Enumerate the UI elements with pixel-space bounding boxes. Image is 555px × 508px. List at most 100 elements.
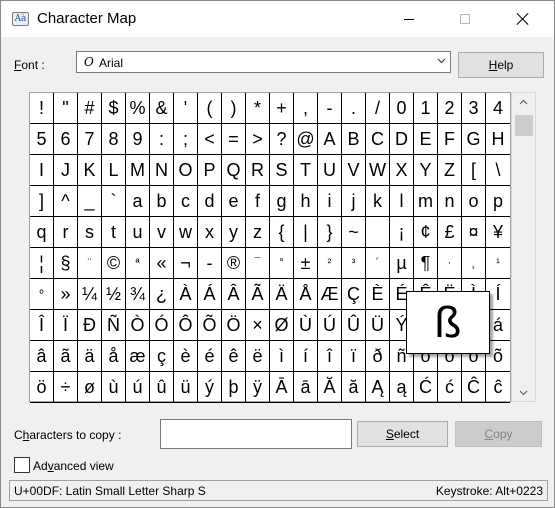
character-cell[interactable]: Ï — [54, 310, 78, 341]
character-cell[interactable]: U — [318, 155, 342, 186]
character-cell[interactable]: j — [342, 186, 366, 217]
character-cell[interactable]: ĉ — [486, 372, 510, 403]
character-cell[interactable]: H — [486, 124, 510, 155]
character-cell[interactable]: g — [270, 186, 294, 217]
character-cell[interactable]: b — [150, 186, 174, 217]
character-cell[interactable]: Á — [198, 279, 222, 310]
character-cell[interactable]: ® — [222, 248, 246, 279]
character-cell[interactable]: 8 — [102, 124, 126, 155]
character-cell[interactable]: I — [30, 155, 54, 186]
character-cell[interactable]: & — [150, 93, 174, 124]
character-cell[interactable]: G — [462, 124, 486, 155]
scroll-down-button[interactable] — [512, 384, 535, 401]
character-cell[interactable]: ÷ — [54, 372, 78, 403]
character-cell[interactable]: B — [342, 124, 366, 155]
character-cell[interactable]: Å — [294, 279, 318, 310]
character-cell[interactable]: _ — [78, 186, 102, 217]
character-cell[interactable]: ¡ — [390, 217, 414, 248]
character-cell[interactable]: y — [222, 217, 246, 248]
character-cell[interactable]: Ă — [318, 372, 342, 403]
close-button[interactable] — [500, 1, 546, 37]
advanced-view-label[interactable]: Advanced view — [33, 459, 114, 473]
character-cell[interactable]: 9 — [126, 124, 150, 155]
character-cell[interactable]: s — [78, 217, 102, 248]
character-cell[interactable]: V — [342, 155, 366, 186]
character-cell[interactable]: æ — [126, 341, 150, 372]
character-cell[interactable]: v — [150, 217, 174, 248]
character-cell[interactable]: ² — [318, 248, 342, 279]
character-cell[interactable]: × — [246, 310, 270, 341]
character-cell[interactable]: < — [198, 124, 222, 155]
character-cell[interactable]: » — [54, 279, 78, 310]
character-cell[interactable]: Ö — [222, 310, 246, 341]
character-cell[interactable]: = — [222, 124, 246, 155]
character-cell[interactable]: e — [222, 186, 246, 217]
character-cell[interactable]: X — [390, 155, 414, 186]
title-bar[interactable]: Aà Character Map — [1, 1, 554, 37]
character-cell[interactable]: ¿ — [150, 279, 174, 310]
select-button[interactable]: Select — [357, 421, 448, 447]
character-cell[interactable]: c — [174, 186, 198, 217]
character-cell[interactable]: " — [54, 93, 78, 124]
grid-scrollbar[interactable] — [511, 92, 536, 402]
character-cell[interactable]: È — [366, 279, 390, 310]
character-cell[interactable]: x — [198, 217, 222, 248]
character-cell[interactable]: · — [438, 248, 462, 279]
character-cell[interactable]: i — [318, 186, 342, 217]
character-cell[interactable]: Ñ — [102, 310, 126, 341]
character-cell[interactable]: ¦ — [30, 248, 54, 279]
character-cell[interactable]: º — [30, 279, 54, 310]
character-cell[interactable]: ~ — [342, 217, 366, 248]
character-cell[interactable]: ' — [174, 93, 198, 124]
character-cell[interactable]: ) — [222, 93, 246, 124]
character-cell[interactable]: [ — [462, 155, 486, 186]
character-cell[interactable]: $ — [102, 93, 126, 124]
character-cell[interactable]: Ó — [150, 310, 174, 341]
copy-button[interactable]: Copy — [455, 421, 542, 447]
character-cell[interactable]: F — [438, 124, 462, 155]
character-cell[interactable]: ¾ — [126, 279, 150, 310]
character-cell[interactable]: h — [294, 186, 318, 217]
character-cell[interactable]: 6 — [54, 124, 78, 155]
character-cell[interactable]: W — [366, 155, 390, 186]
character-cell[interactable]: Ą — [366, 372, 390, 403]
character-cell[interactable]: P — [198, 155, 222, 186]
character-cell[interactable]: * — [246, 93, 270, 124]
character-cell[interactable]: N — [150, 155, 174, 186]
character-cell[interactable]: D — [390, 124, 414, 155]
character-cell[interactable]: \ — [486, 155, 510, 186]
character-cell[interactable]: { — [270, 217, 294, 248]
character-cell[interactable]: q — [30, 217, 54, 248]
character-cell[interactable]: % — [126, 93, 150, 124]
character-cell[interactable]: ; — [174, 124, 198, 155]
character-cell[interactable]: ` — [102, 186, 126, 217]
character-cell[interactable]: ¬ — [174, 248, 198, 279]
character-cell[interactable]: å — [102, 341, 126, 372]
character-cell[interactable]: µ — [390, 248, 414, 279]
advanced-view-checkbox[interactable] — [14, 457, 30, 473]
character-cell[interactable]: ´ — [366, 248, 390, 279]
character-cell[interactable]: ä — [78, 341, 102, 372]
character-cell[interactable]: 4 — [486, 93, 510, 124]
character-cell[interactable]: è — [174, 341, 198, 372]
character-cell[interactable]: } — [318, 217, 342, 248]
character-cell[interactable]: M — [126, 155, 150, 186]
character-cell[interactable]: ¨ — [78, 248, 102, 279]
character-cell[interactable]: A — [318, 124, 342, 155]
character-cell[interactable]: Ø — [270, 310, 294, 341]
character-cell[interactable]: S — [270, 155, 294, 186]
character-cell[interactable]: - — [198, 248, 222, 279]
character-cell[interactable]: k — [366, 186, 390, 217]
scroll-up-button[interactable] — [512, 93, 535, 110]
character-cell[interactable]: Ð — [78, 310, 102, 341]
character-cell[interactable]: â — [30, 341, 54, 372]
character-cell[interactable]: L — [102, 155, 126, 186]
character-cell[interactable]: a — [126, 186, 150, 217]
character-cell[interactable]: ü — [174, 372, 198, 403]
character-cell[interactable]: ¶ — [414, 248, 438, 279]
character-cell[interactable]: Ü — [366, 310, 390, 341]
character-grid[interactable]: ! " # $% & '() * +, -./0 1 2 3 4 5 6 7 8 9:; < = >? @ A B C D E F G H… — [29, 92, 511, 403]
character-cell[interactable]: p — [486, 186, 510, 217]
character-cell[interactable]: Î — [30, 310, 54, 341]
character-cell[interactable]: d — [198, 186, 222, 217]
